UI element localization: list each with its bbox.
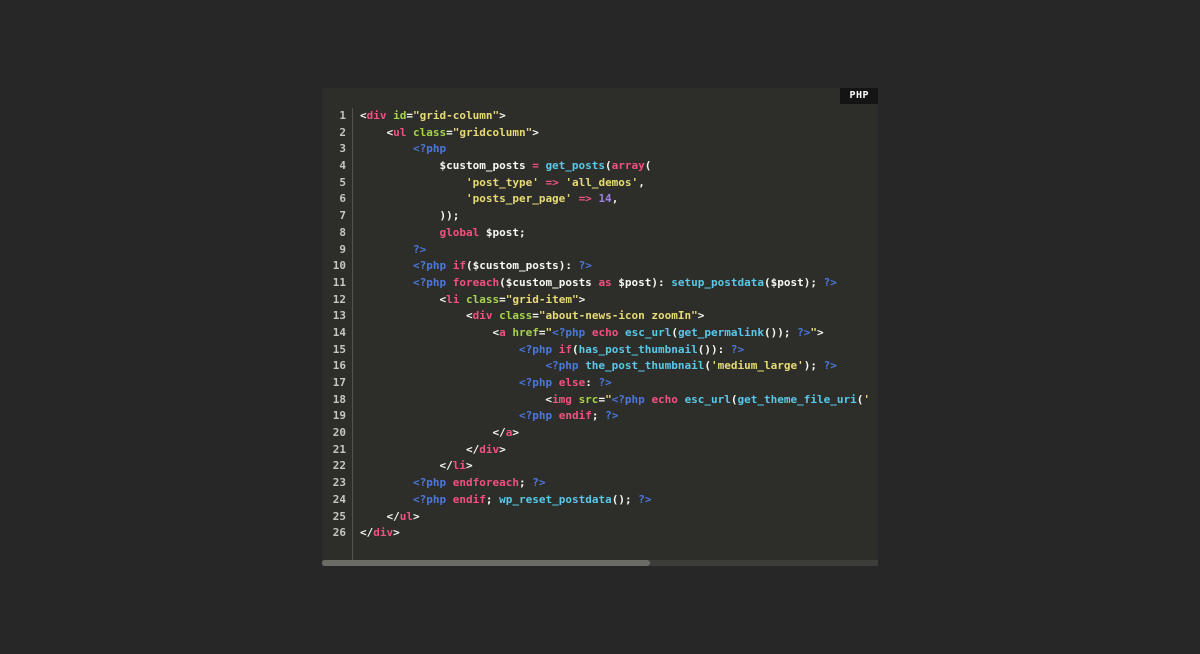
line-number: 13 (322, 308, 346, 325)
line-number: 2 (322, 125, 346, 142)
code-line: <?php if($custom_posts): ?> (360, 258, 878, 275)
line-number: 5 (322, 175, 346, 192)
code-line: </li> (360, 458, 878, 475)
line-number: 26 (322, 525, 346, 542)
code-line: <?php (360, 141, 878, 158)
line-number: 17 (322, 375, 346, 392)
line-number: 14 (322, 325, 346, 342)
line-number: 6 (322, 191, 346, 208)
line-number: 15 (322, 342, 346, 359)
code-line: <?php endforeach; ?> (360, 475, 878, 492)
code-line: 'posts_per_page' => 14, (360, 191, 878, 208)
code-line: </a> (360, 425, 878, 442)
code-line: </ul> (360, 509, 878, 526)
code-line: <?php foreach($custom_posts as $post): s… (360, 275, 878, 292)
line-number: 24 (322, 492, 346, 509)
line-number: 16 (322, 358, 346, 375)
line-number: 22 (322, 458, 346, 475)
line-number: 7 (322, 208, 346, 225)
code-line: <ul class="gridcolumn"> (360, 125, 878, 142)
code-line: ?> (360, 242, 878, 259)
line-number: 18 (322, 392, 346, 409)
code-line: <div id="grid-column"> (360, 108, 878, 125)
code-line: <li class="grid-item"> (360, 292, 878, 309)
code-line: <?php endif; wp_reset_postdata(); ?> (360, 492, 878, 509)
line-number: 25 (322, 509, 346, 526)
code-line: </div> (360, 442, 878, 459)
code-line: <?php the_post_thumbnail('medium_large')… (360, 358, 878, 375)
line-number: 3 (322, 141, 346, 158)
code-content: 1234567891011121314151617181920212223242… (322, 88, 878, 560)
code-line: <?php else: ?> (360, 375, 878, 392)
line-number: 9 (322, 242, 346, 259)
code-line: <div class="about-news-icon zoomIn"> (360, 308, 878, 325)
code-editor-panel[interactable]: PHP 123456789101112131415161718192021222… (322, 88, 878, 566)
line-number: 19 (322, 408, 346, 425)
code-line: )); (360, 208, 878, 225)
page-background: PHP 123456789101112131415161718192021222… (0, 0, 1200, 654)
code-line: global $post; (360, 225, 878, 242)
horizontal-scrollbar[interactable] (322, 560, 878, 566)
code-line: </div> (360, 525, 878, 542)
line-number: 10 (322, 258, 346, 275)
code-line: <?php endif; ?> (360, 408, 878, 425)
line-number: 21 (322, 442, 346, 459)
code-line: <img src="<?php echo esc_url(get_theme_f… (360, 392, 878, 409)
line-number: 20 (322, 425, 346, 442)
language-badge: PHP (840, 88, 878, 104)
code-line: <a href="<?php echo esc_url(get_permalin… (360, 325, 878, 342)
line-number: 1 (322, 108, 346, 125)
code-line: $custom_posts = get_posts(array( (360, 158, 878, 175)
gutter: 1234567891011121314151617181920212223242… (322, 108, 353, 560)
code-lines: <div id="grid-column"> <ul class="gridco… (353, 108, 878, 560)
code-line: 'post_type' => 'all_demos', (360, 175, 878, 192)
line-number: 4 (322, 158, 346, 175)
line-number: 11 (322, 275, 346, 292)
line-number: 23 (322, 475, 346, 492)
line-number: 8 (322, 225, 346, 242)
code-line: <?php if(has_post_thumbnail()): ?> (360, 342, 878, 359)
scrollbar-thumb[interactable] (322, 560, 650, 566)
line-number: 12 (322, 292, 346, 309)
